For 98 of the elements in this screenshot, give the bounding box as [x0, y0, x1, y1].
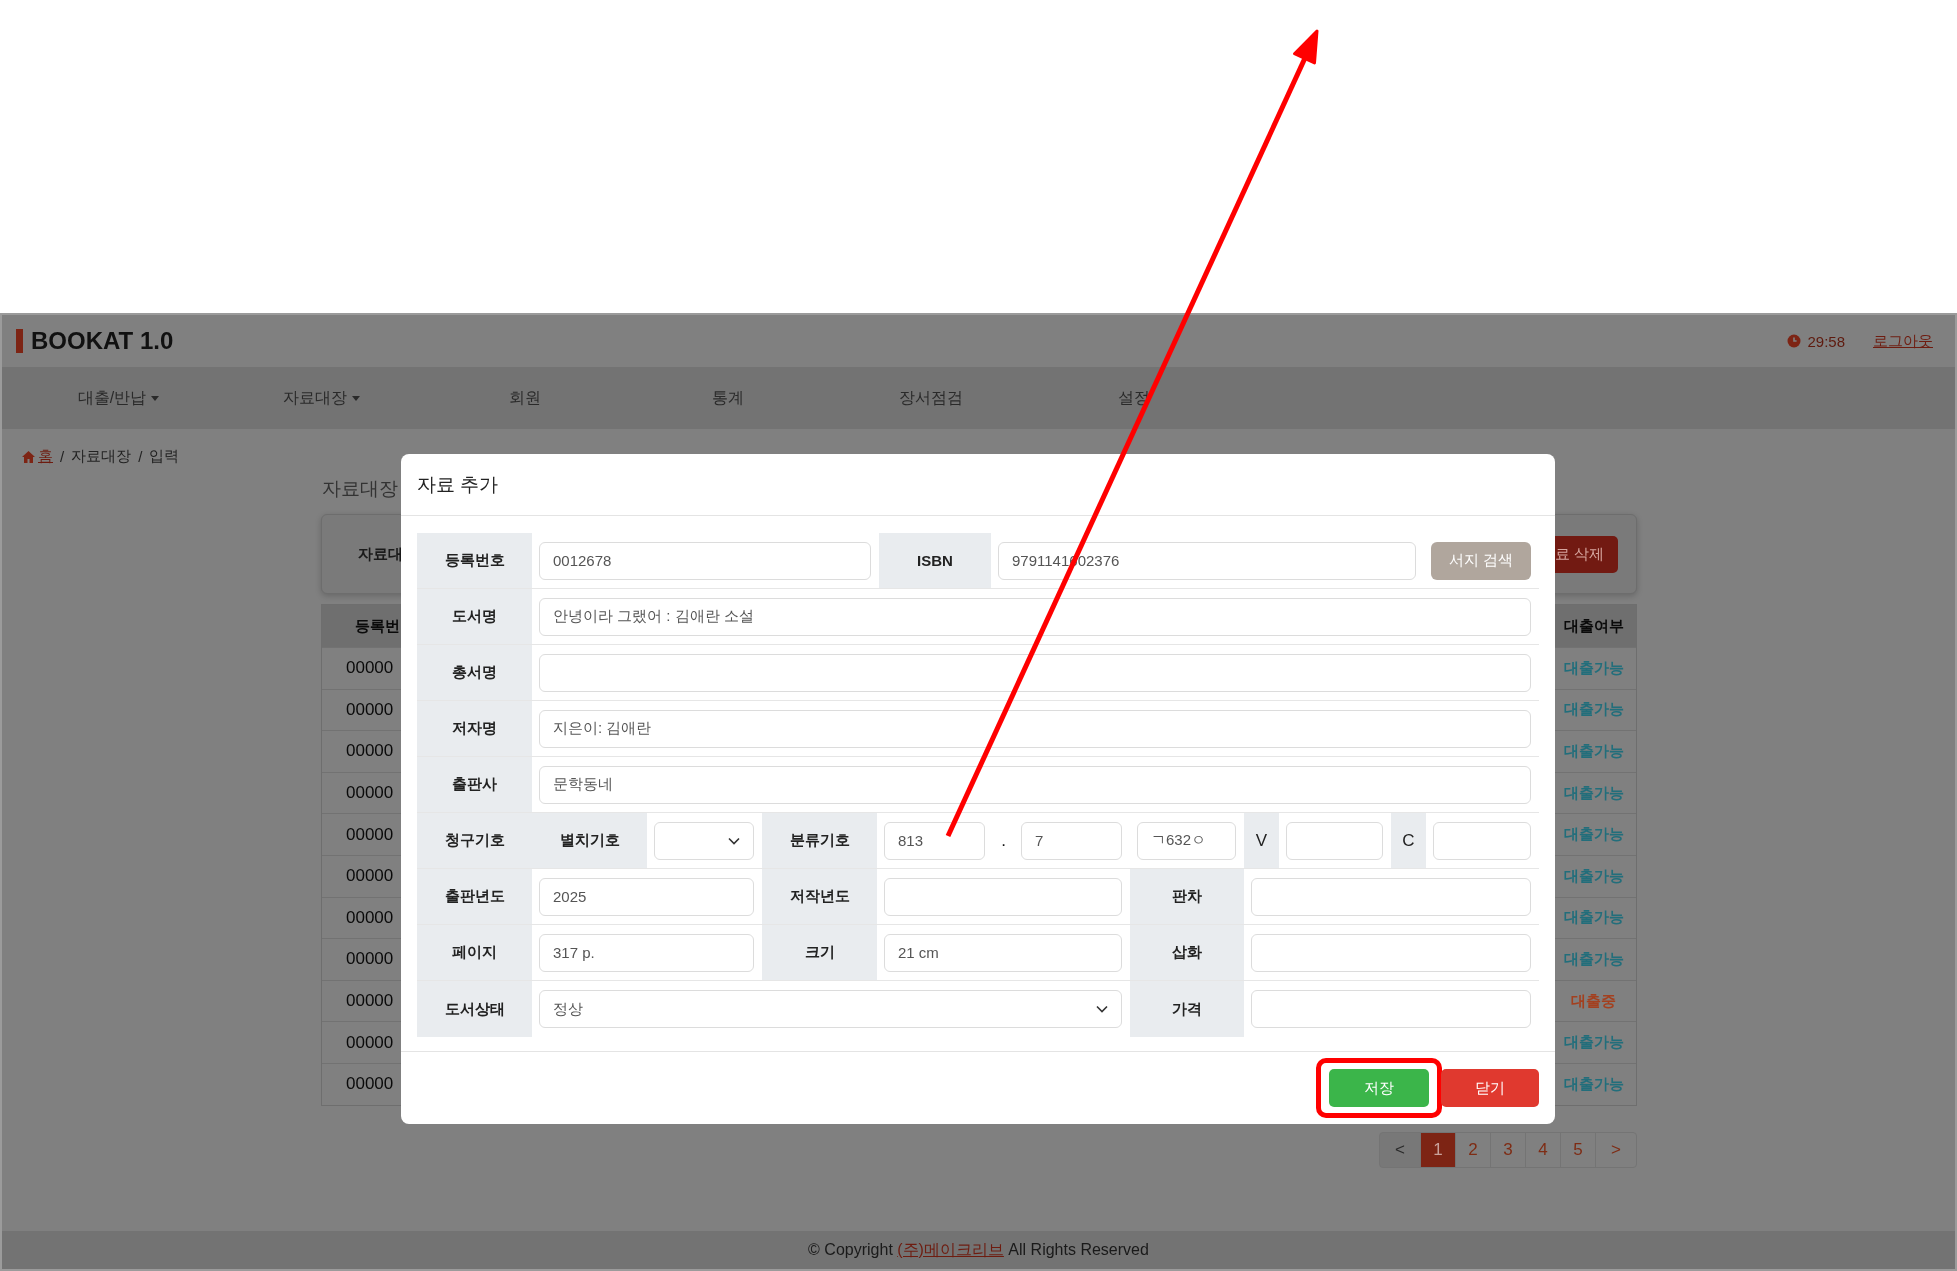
field-label: 분류기호: [762, 813, 877, 868]
home-icon: [22, 450, 35, 463]
text-field[interactable]: [1286, 821, 1383, 860]
clock-icon: [1787, 334, 1802, 348]
separator-dot: .: [1001, 830, 1006, 851]
column-header: 대출여부: [1562, 616, 1625, 636]
field-label: 도서상태: [417, 981, 532, 1037]
table-cell-text: 00000: [345, 1074, 394, 1095]
field-label: 출판년도: [417, 869, 532, 924]
field-label: 총서명: [417, 645, 532, 700]
dropdown-field[interactable]: [654, 821, 754, 860]
save-button[interactable]: 저장: [1329, 1069, 1429, 1107]
copyright-text: © Copyright (주)메이크리브 All Rights Reserved: [808, 1239, 1149, 1260]
column-header: 등록번: [354, 616, 400, 636]
page-link[interactable]: >: [1595, 1131, 1637, 1168]
table-cell-text: 00000: [345, 949, 394, 970]
status-text: 대출가능: [1562, 908, 1625, 928]
nav-item[interactable]: 자료대장: [283, 387, 360, 409]
table-cell-text: 00000: [345, 866, 394, 887]
breadcrumb-separator: /: [60, 448, 65, 465]
text-field[interactable]: 문학동네: [539, 765, 1531, 804]
breadcrumb-item: 입력: [149, 447, 180, 466]
status-text: 대출가능: [1562, 825, 1625, 845]
nav-item[interactable]: 대출/반납: [77, 387, 160, 409]
text-field[interactable]: 안녕이라 그랬어 : 김애란 소설: [539, 597, 1531, 636]
table-cell-text: 00000: [345, 824, 394, 845]
text-field[interactable]: 0012678: [539, 541, 871, 580]
text-field[interactable]: 813: [884, 821, 985, 860]
page-link[interactable]: 1: [1420, 1131, 1456, 1168]
status-text: 대출가능: [1562, 700, 1625, 720]
chevron-down-icon: [1096, 1005, 1108, 1013]
status-text: 대출가능: [1562, 783, 1625, 803]
page-title: 자료대장: [322, 477, 398, 501]
table-cell-text: 00000: [345, 991, 394, 1012]
text-field[interactable]: ㄱ632ㅇ: [1137, 821, 1236, 860]
status-text: 대출가능: [1562, 742, 1625, 761]
field-label: C: [1391, 813, 1426, 868]
field-label: 별치기호: [532, 813, 647, 868]
chevron-down-icon: [728, 836, 740, 845]
company-link[interactable]: (주)메이크리브: [897, 1240, 1004, 1258]
text-field[interactable]: 지은이: 김애란: [539, 709, 1531, 748]
field-label: 출판사: [417, 757, 532, 812]
status-text: 대출가능: [1562, 866, 1625, 886]
field-label: ISBN: [879, 533, 991, 588]
nav-item[interactable]: 회원: [508, 387, 541, 409]
status-text: 대출가능: [1562, 1033, 1625, 1053]
logo-bar-icon: [16, 329, 23, 353]
home-link[interactable]: 홈: [22, 447, 53, 466]
caret-icon: [151, 395, 160, 401]
status-text: 대출가능: [1562, 1074, 1625, 1094]
caret-icon: [352, 395, 360, 401]
text-field[interactable]: 317 p.: [539, 933, 754, 972]
modal-title: 자료 추가: [417, 472, 499, 497]
search-label: 자료대: [358, 544, 403, 564]
status-text: 대출가능: [1562, 949, 1625, 969]
close-button[interactable]: 닫기: [1441, 1069, 1539, 1107]
text-field[interactable]: 7: [1021, 821, 1122, 860]
breadcrumb-separator: /: [138, 448, 143, 465]
page-link[interactable]: <: [1379, 1131, 1421, 1168]
status-text: 대출중: [1570, 991, 1617, 1011]
nav-item[interactable]: 장서점검: [898, 387, 963, 409]
breadcrumb-item: 자료대장: [71, 447, 132, 466]
text-field[interactable]: [884, 877, 1122, 916]
table-cell-text: 00000: [345, 699, 394, 720]
table-cell-text: 00000: [345, 783, 394, 804]
logout-link[interactable]: 로그아웃: [1873, 331, 1933, 351]
field-label: 페이지: [417, 925, 532, 980]
field-label: 저작년도: [762, 869, 877, 924]
table-cell-text: 00000: [345, 741, 394, 762]
text-field[interactable]: 21 cm: [884, 933, 1122, 972]
nav-item[interactable]: 통계: [711, 387, 744, 409]
text-field[interactable]: 2025: [539, 877, 754, 916]
field-label: 크기: [762, 925, 877, 980]
field-label: 판차: [1130, 869, 1244, 924]
field-label: 도서명: [417, 589, 532, 644]
text-field[interactable]: [1251, 933, 1531, 972]
logo-text: BOOKAT 1.0: [31, 327, 174, 355]
table-cell-text: 00000: [345, 658, 394, 679]
page-link[interactable]: 5: [1560, 1131, 1596, 1168]
field-label: 등록번호: [417, 533, 532, 588]
field-label: 삽화: [1130, 925, 1244, 980]
field-label: 가격: [1130, 981, 1244, 1037]
table-cell-text: 00000: [345, 907, 394, 928]
field-label: V: [1244, 813, 1279, 868]
page-link[interactable]: 3: [1490, 1131, 1526, 1168]
session-timer: 29:58: [1807, 332, 1845, 350]
text-field[interactable]: [1433, 821, 1531, 860]
text-field[interactable]: [539, 653, 1531, 692]
page-link[interactable]: 2: [1455, 1131, 1491, 1168]
text-field[interactable]: [1251, 990, 1531, 1028]
page-link[interactable]: 4: [1525, 1131, 1561, 1168]
text-field[interactable]: [1251, 877, 1531, 916]
field-label: 청구기호: [417, 813, 532, 868]
search-button[interactable]: 서지 검색: [1431, 541, 1531, 580]
status-text: 대출가능: [1562, 658, 1625, 678]
table-cell-text: 00000: [345, 1032, 394, 1053]
dropdown-field[interactable]: 정상: [539, 990, 1122, 1028]
field-label: 저자명: [417, 701, 532, 756]
